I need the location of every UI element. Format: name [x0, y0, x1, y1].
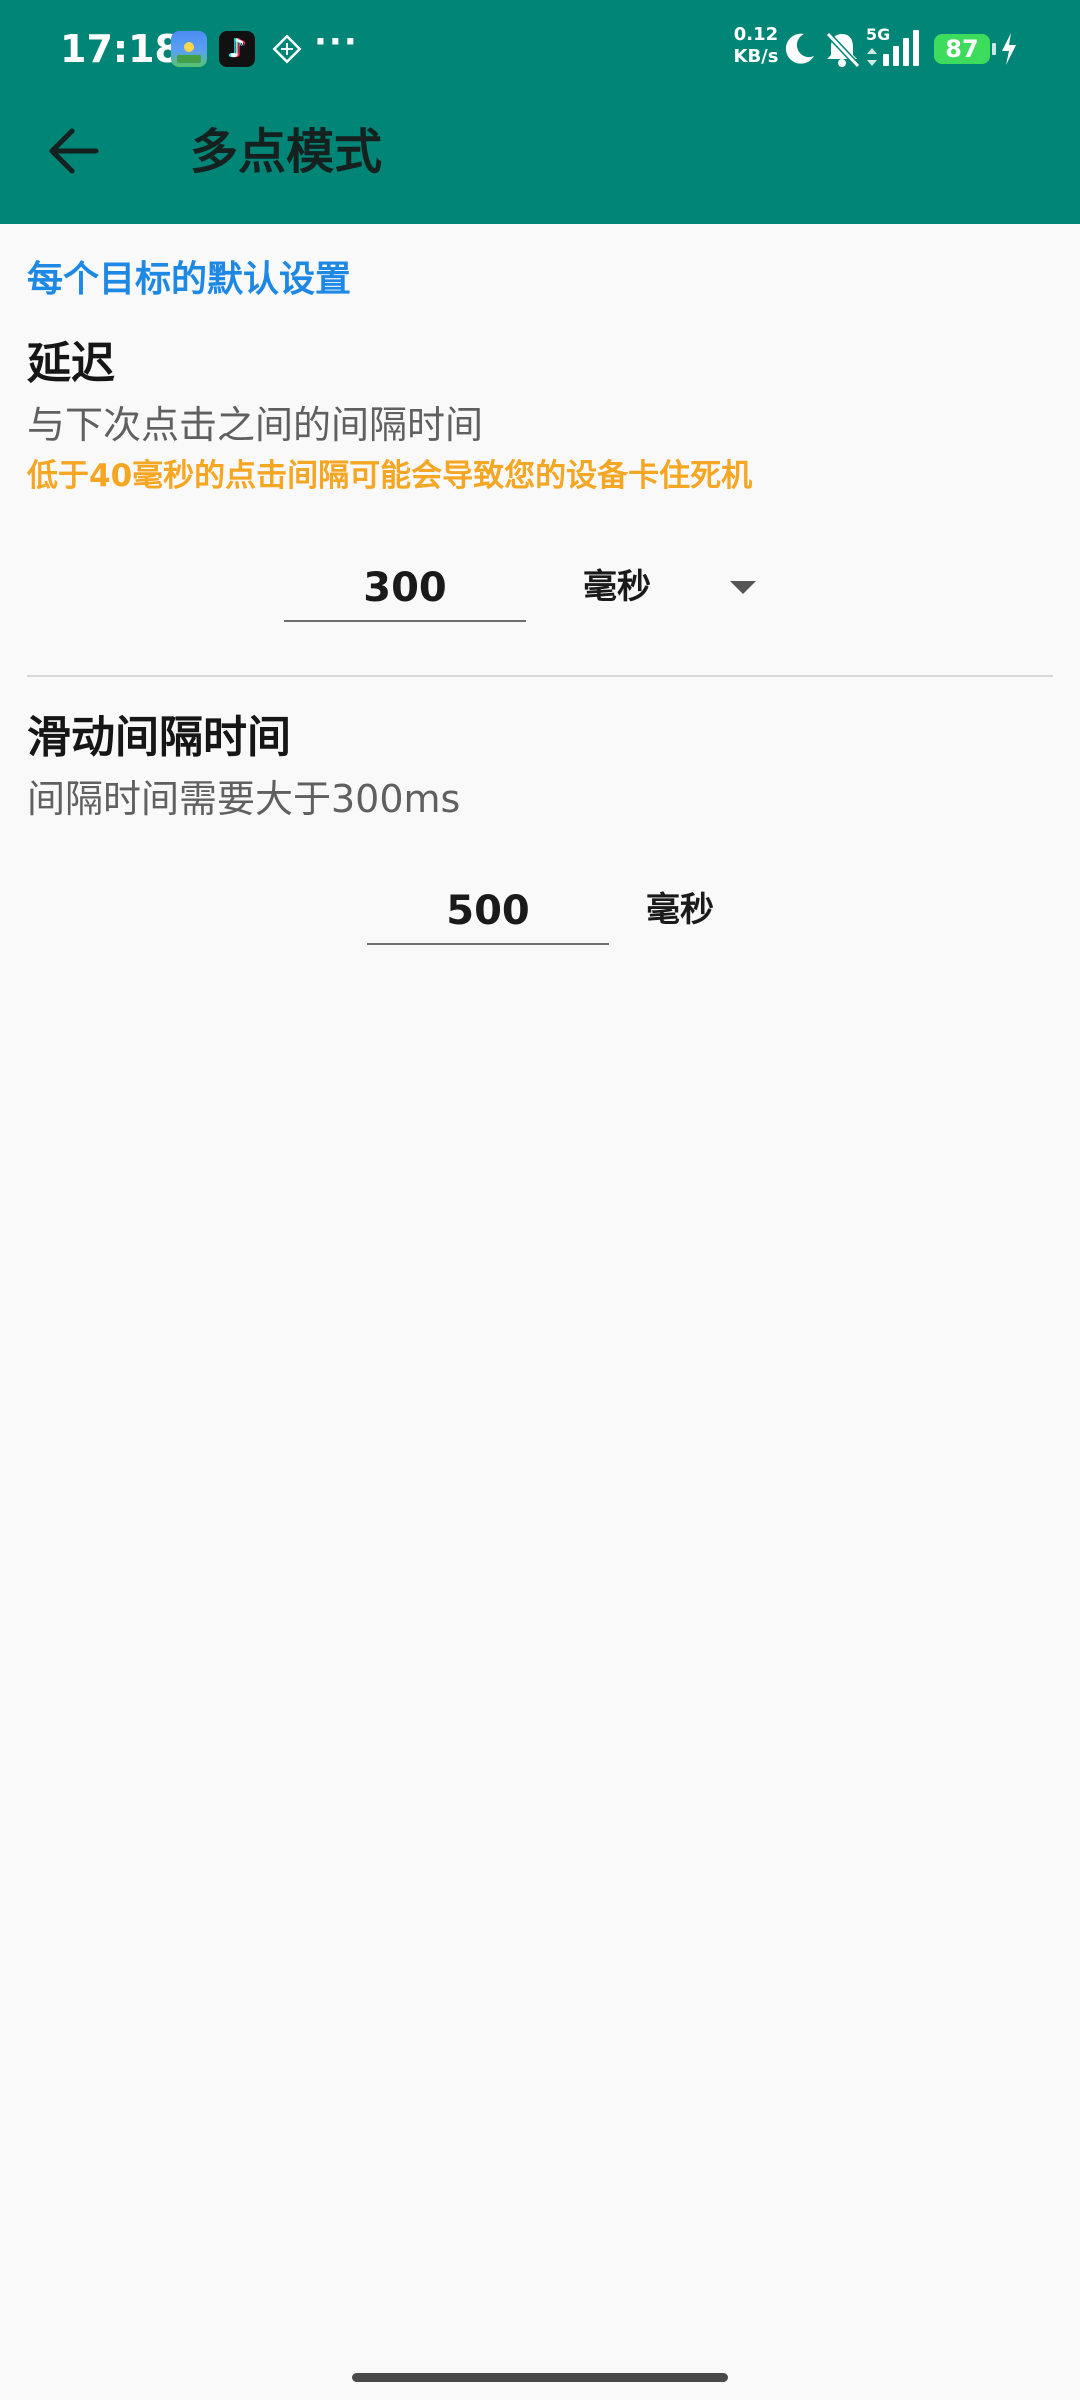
status-time: 17:18	[60, 27, 181, 71]
delay-warning: 低于40毫秒的点击间隔可能会导致您的设备卡住死机	[27, 458, 753, 494]
delay-input[interactable]: 300	[284, 556, 526, 622]
charging-icon	[1002, 33, 1016, 65]
tiktok-icon: ♪	[219, 31, 255, 67]
network-speed: 0.12 KB/s	[726, 24, 786, 68]
delay-summary: 与下次点击之间的间隔时间	[27, 403, 484, 447]
moon-icon	[785, 33, 814, 64]
dropdown-arrow-icon[interactable]	[730, 581, 756, 594]
bell-muted-icon	[825, 31, 861, 69]
swipe-interval-unit: 毫秒	[646, 890, 714, 930]
battery-indicator: 87	[934, 34, 990, 64]
swipe-interval-title: 滑动间隔时间	[27, 712, 291, 763]
diamond-icon	[272, 34, 302, 64]
back-arrow-icon[interactable]	[46, 126, 102, 176]
page-title: 多点模式	[190, 124, 383, 180]
network-speed-value: 0.12	[733, 24, 779, 45]
divider	[27, 675, 1053, 677]
network-speed-unit: KB/s	[733, 46, 779, 67]
swipe-interval-input[interactable]: 500	[367, 879, 609, 945]
swipe-interval-summary: 间隔时间需要大于300ms	[27, 777, 461, 821]
app-header: 17:18 ♪ ··· 0.12 KB/s 5G 87 多点模式	[0, 0, 1080, 224]
battery-cap	[992, 43, 996, 55]
data-arrows-icon	[867, 48, 877, 66]
section-header-default-settings: 每个目标的默认设置	[27, 259, 352, 300]
signal-strength-icon	[883, 30, 919, 66]
delay-title: 延迟	[27, 338, 115, 389]
delay-unit-dropdown[interactable]: 毫秒	[583, 563, 651, 611]
gesture-nav-handle[interactable]	[352, 2373, 728, 2382]
game-icon	[171, 31, 207, 67]
more-notifications-icon: ···	[314, 22, 359, 62]
